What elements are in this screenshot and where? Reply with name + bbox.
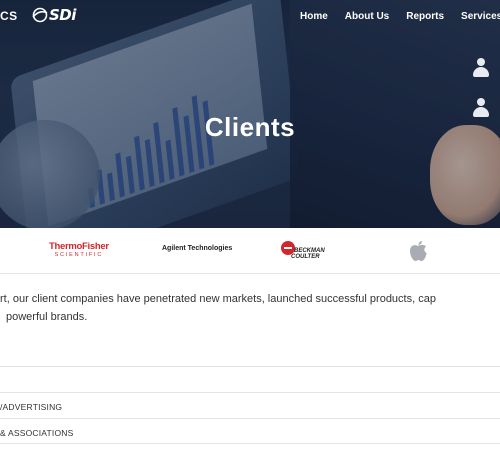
brand-fragment[interactable]: CS [0, 9, 18, 23]
apple-icon [410, 241, 427, 261]
globe-swoosh-icon [32, 7, 48, 23]
page-title: Clients [204, 112, 296, 142]
nav-reports[interactable]: Reports [406, 11, 444, 22]
list-item[interactable]: /ADVERTISING [0, 392, 500, 418]
nav-services[interactable]: Services [461, 11, 500, 22]
person-icon [472, 58, 490, 78]
logo-text: SDi [49, 6, 76, 24]
intro-line-2: powerful brands. [6, 311, 88, 323]
client-logo-strip: ThermoFisher SCIENTIFIC Agilent Technolo… [0, 228, 500, 274]
main-nav: Home About Us Reports Services [300, 11, 500, 22]
sdi-logo[interactable]: SDi [32, 5, 76, 25]
intro-line-1: rt, our client companies have penetrated… [0, 293, 436, 305]
beckman-coulter-logo: BECKMAN COULTER [281, 241, 341, 263]
agilent-logo: Agilent Technologies [162, 245, 233, 252]
intro-paragraph: rt, our client companies have penetrated… [0, 290, 500, 326]
list-item[interactable] [0, 366, 500, 392]
nav-about-us[interactable]: About Us [345, 11, 389, 22]
nav-home[interactable]: Home [300, 11, 328, 22]
thermo-fisher-logo: ThermoFisher SCIENTIFIC [49, 241, 109, 258]
client-category-list: /ADVERTISING & ASSOCIATIONS [0, 366, 500, 444]
list-item[interactable]: & ASSOCIATIONS [0, 418, 500, 444]
